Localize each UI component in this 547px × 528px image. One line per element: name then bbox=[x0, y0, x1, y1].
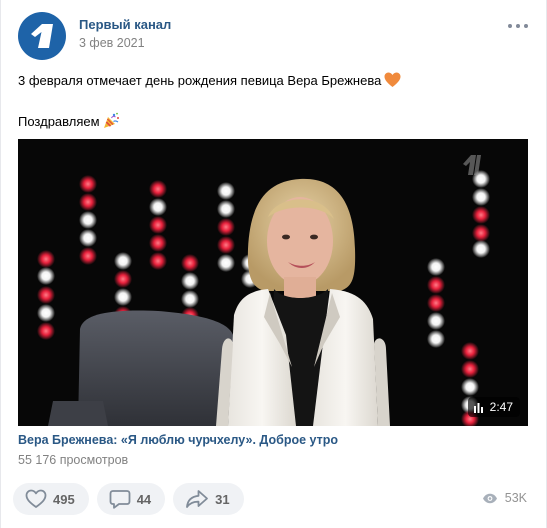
video-views: 55 176 просмотров bbox=[18, 453, 129, 467]
stage-light bbox=[461, 378, 479, 396]
stage-light bbox=[149, 234, 167, 252]
stage-light bbox=[149, 198, 167, 216]
stage-light bbox=[79, 229, 97, 247]
post-date[interactable]: 3 фев 2021 bbox=[79, 36, 171, 50]
stage-light bbox=[472, 188, 490, 206]
stage-light bbox=[427, 294, 445, 312]
stage-light bbox=[217, 236, 235, 254]
stage-light bbox=[149, 180, 167, 198]
stage-light bbox=[427, 258, 445, 276]
share-button[interactable]: 31 bbox=[173, 483, 244, 515]
more-horizontal-icon[interactable] bbox=[508, 18, 528, 34]
stage-light bbox=[114, 270, 132, 288]
stage-light bbox=[472, 224, 490, 242]
video-player[interactable]: 2:47 bbox=[18, 139, 528, 426]
stage-light bbox=[472, 240, 490, 258]
post-text: 3 февраля отмечает день рождения певица … bbox=[18, 72, 518, 134]
share-icon bbox=[186, 490, 209, 508]
stage-light bbox=[37, 286, 55, 304]
post-header: Первый канал 3 фев 2021 bbox=[18, 12, 171, 60]
stage-light bbox=[217, 254, 235, 272]
post-actions: 495 44 31 bbox=[13, 483, 244, 515]
stage-light bbox=[114, 288, 132, 306]
wall-post: Первый канал 3 фев 2021 3 февраля отмеча… bbox=[0, 0, 547, 528]
party-popper-icon bbox=[103, 112, 120, 134]
stage-light bbox=[181, 254, 199, 272]
post-views: 53K bbox=[482, 491, 527, 505]
stage-light bbox=[217, 182, 235, 200]
stage-light bbox=[37, 250, 55, 268]
stage-light bbox=[461, 342, 479, 360]
post-text-line2: Поздравляем bbox=[18, 114, 100, 129]
post-author[interactable]: Первый канал bbox=[79, 17, 171, 32]
stage-light bbox=[472, 206, 490, 224]
post-views-count: 53K bbox=[504, 491, 527, 505]
video-duration: 2:47 bbox=[489, 400, 513, 414]
stage-light bbox=[427, 276, 445, 294]
comment-button[interactable]: 44 bbox=[96, 483, 166, 515]
comment-icon bbox=[109, 490, 131, 509]
video-title[interactable]: Вера Брежнева: «Я люблю чурчхелу». Добро… bbox=[18, 433, 338, 447]
stage-light bbox=[79, 211, 97, 229]
stage-light bbox=[217, 218, 235, 236]
post-text-line1: 3 февраля отмечает день рождения певица … bbox=[18, 73, 382, 88]
share-count: 31 bbox=[215, 491, 230, 507]
stage-light bbox=[461, 360, 479, 378]
stage-light bbox=[79, 175, 97, 193]
avatar[interactable] bbox=[18, 12, 66, 60]
eye-icon bbox=[482, 493, 497, 503]
stage-light bbox=[37, 304, 55, 322]
comment-count: 44 bbox=[136, 491, 152, 507]
stage-light bbox=[79, 193, 97, 211]
stage-light bbox=[37, 267, 55, 285]
stage-light bbox=[181, 290, 199, 308]
like-count: 495 bbox=[53, 491, 75, 507]
stage-light bbox=[217, 200, 235, 218]
stage-light bbox=[181, 272, 199, 290]
audio-bars-icon bbox=[473, 402, 483, 413]
stage-light bbox=[37, 322, 55, 340]
video-thumbnail bbox=[18, 139, 528, 426]
channel-one-logo-icon bbox=[31, 24, 53, 48]
stage-light bbox=[149, 252, 167, 270]
stage-light bbox=[427, 312, 445, 330]
like-button[interactable]: 495 bbox=[13, 483, 89, 515]
stage-light bbox=[79, 247, 97, 265]
stage-light bbox=[114, 252, 132, 270]
stage-light bbox=[149, 216, 167, 234]
stage-light bbox=[427, 330, 445, 348]
video-duration-badge: 2:47 bbox=[467, 397, 520, 417]
orange-heart-icon bbox=[384, 72, 401, 93]
heart-icon bbox=[25, 489, 47, 508]
